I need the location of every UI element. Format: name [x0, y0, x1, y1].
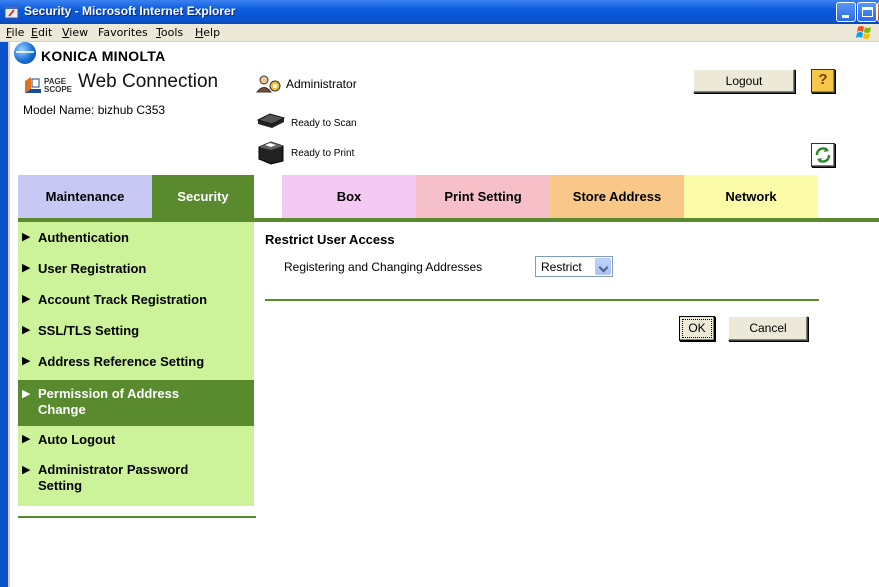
- tab-box[interactable]: Box: [282, 175, 416, 218]
- menu-view[interactable]: View: [62, 26, 88, 39]
- arrow-right-icon: ▶: [22, 464, 31, 476]
- arrow-right-icon: ▶: [22, 388, 31, 400]
- arrow-right-icon: ▶: [22, 293, 31, 305]
- tab-print-setting[interactable]: Print Setting: [416, 175, 550, 218]
- sidebar-item-account-track-registration[interactable]: ▶ Account Track Registration: [18, 292, 254, 312]
- print-status: Ready to Print: [291, 148, 355, 159]
- sidebar-item-label: Administrator Password Setting: [38, 462, 189, 493]
- sidebar-item-user-registration[interactable]: ▶ User Registration: [18, 261, 254, 281]
- ie-icon: [4, 5, 19, 19]
- section-title: Restrict User Access: [265, 232, 395, 247]
- arrow-right-icon: ▶: [22, 324, 31, 336]
- logout-button[interactable]: Logout: [693, 69, 795, 93]
- refresh-button[interactable]: [811, 143, 835, 167]
- user-label: Administrator: [286, 77, 357, 91]
- product-name: Web Connection: [78, 71, 219, 92]
- sidebar-item-label: Account Track Registration: [38, 292, 208, 307]
- sidebar-item-label: SSL/TLS Setting: [38, 323, 140, 338]
- arrow-right-icon: ▶: [22, 355, 31, 367]
- tab-store-address[interactable]: Store Address: [550, 175, 684, 218]
- sidebar-item-label: Address Reference Setting: [38, 354, 205, 369]
- minimize-button[interactable]: [836, 2, 856, 22]
- select-value: Restrict: [541, 260, 582, 274]
- sidebar-item-label: User Registration: [38, 261, 147, 276]
- model-name: Model Name: bizhub C353: [23, 103, 166, 117]
- restrict-select[interactable]: Restrict: [535, 256, 613, 277]
- sidebar-item-permission-of-address-change[interactable]: ▶ Permission of Address Change: [18, 380, 254, 426]
- window-title: Security - Microsoft Internet Explorer: [24, 4, 236, 18]
- sidebar-item-label: Permission of Address Change: [38, 386, 180, 417]
- maximize-button[interactable]: [857, 2, 877, 22]
- menu-favorites[interactable]: Favorites: [98, 26, 148, 39]
- sidebar-item-label: Authentication: [38, 230, 129, 245]
- menu-help[interactable]: Help: [195, 26, 220, 39]
- sidebar-item-label: Auto Logout: [38, 432, 116, 447]
- field-label: Registering and Changing Addresses: [284, 260, 483, 274]
- title-bar: Security - Microsoft Internet Explorer: [0, 0, 879, 24]
- scanner-icon: [256, 113, 286, 128]
- konica-minolta-logo-icon: [14, 42, 36, 64]
- arrow-right-icon: ▶: [22, 231, 31, 243]
- sidebar-item-administrator-password-setting[interactable]: ▶ Administrator Password Setting: [18, 462, 254, 500]
- ok-button[interactable]: OK: [679, 316, 715, 341]
- sidebar-item-address-reference-setting[interactable]: ▶ Address Reference Setting: [18, 354, 254, 374]
- window-frame-left: [0, 42, 8, 587]
- pagescope-wordmark: PAGE SCOPE: [44, 77, 73, 94]
- sidebar-item-ssl-tls-setting[interactable]: ▶ SSL/TLS Setting: [18, 323, 254, 343]
- menu-file[interactable]: File: [6, 26, 24, 39]
- tab-network[interactable]: Network: [684, 175, 818, 218]
- sidebar-item-auto-logout[interactable]: ▶ Auto Logout: [18, 432, 254, 452]
- windows-flag-icon: [856, 26, 871, 39]
- menu-bar: File Edit View Favorites Tools Help: [0, 24, 879, 42]
- scan-status: Ready to Scan: [291, 118, 357, 129]
- cancel-button[interactable]: Cancel: [728, 316, 808, 341]
- sidebar-item-authentication[interactable]: ▶ Authentication: [18, 230, 254, 250]
- administrator-icon: [256, 75, 281, 93]
- chevron-down-icon[interactable]: [595, 258, 611, 275]
- tab-maintenance[interactable]: Maintenance: [18, 175, 152, 218]
- arrow-right-icon: ▶: [22, 262, 31, 274]
- arrow-right-icon: ▶: [22, 433, 31, 445]
- tab-security[interactable]: Security: [152, 175, 254, 218]
- printer-icon: [258, 141, 284, 165]
- help-button[interactable]: ?: [811, 69, 835, 93]
- section-divider: [265, 299, 819, 301]
- pagescope-logo-icon: [25, 77, 41, 93]
- sidebar: ▶ Authentication ▶ User Registration ▶ A…: [18, 222, 254, 506]
- brand-name: KONICA MINOLTA: [41, 48, 166, 64]
- sidebar-divider: [18, 516, 256, 518]
- menu-edit[interactable]: Edit: [31, 26, 52, 39]
- refresh-icon: [815, 147, 831, 163]
- menu-tools[interactable]: Tools: [156, 26, 183, 39]
